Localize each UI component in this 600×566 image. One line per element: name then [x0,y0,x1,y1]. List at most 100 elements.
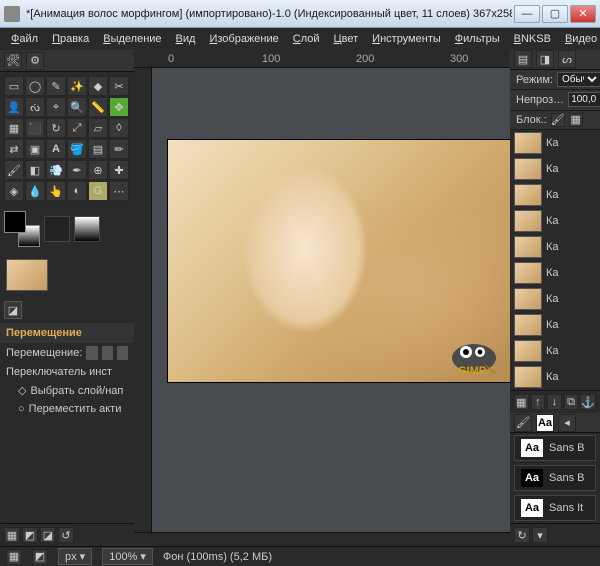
layer-item[interactable]: Ка [510,286,600,312]
cage-icon[interactable]: ▣ [25,139,45,159]
font-item[interactable]: AaSans It [514,495,596,521]
layer-anchor-icon[interactable]: ⚓ [580,394,596,410]
left-btn-2-icon[interactable]: ◩ [22,527,38,543]
layer-up-icon[interactable]: ↑ [531,394,546,410]
menu-video[interactable]: Видео [558,31,600,47]
font-refresh-icon[interactable]: ↻ [514,527,530,543]
flip-icon[interactable]: ⇄ [4,139,24,159]
perspective-icon[interactable]: ◊ [109,118,129,138]
unit-select[interactable]: px ▾ [58,548,92,565]
canvas-area[interactable]: GIMP [152,68,510,532]
blend-icon[interactable]: ▤ [88,139,108,159]
fonts-menu-icon[interactable]: ◂ [558,414,576,432]
clone-icon[interactable]: ⊕ [88,160,108,180]
font-item[interactable]: AaSans B [514,435,596,461]
menu-bnksb[interactable]: BNKSB [507,31,558,47]
minimize-button[interactable]: — [514,5,540,23]
lock-alpha-icon[interactable]: ▦ [569,113,583,127]
dodge-icon[interactable]: ◐ [67,181,87,201]
menu-layer[interactable]: Слой [286,31,327,47]
foreground-select-icon[interactable]: 👤 [4,97,24,117]
left-btn-3-icon[interactable]: ◪ [40,527,56,543]
radio-move-active[interactable]: ○ Переместить акти [0,400,134,418]
radio-pick-layer[interactable]: ◇ Выбрать слой/нап [0,381,134,400]
font-menu-icon[interactable]: ▾ [532,527,548,543]
fuzzy-select-icon[interactable]: ✨ [67,76,87,96]
paths-tab-icon[interactable]: ᔕ [558,50,576,68]
left-btn-4-icon[interactable]: ↺ [58,527,74,543]
gradient-preview[interactable] [74,216,100,242]
layer-item[interactable]: Ка [510,156,600,182]
bycolor-select-icon[interactable]: ◆ [88,76,108,96]
rect-select-icon[interactable]: ▭ [4,76,24,96]
layer-item[interactable]: Ка [510,234,600,260]
crop-icon[interactable]: ⬛ [25,118,45,138]
menu-select[interactable]: Выделение [96,31,168,47]
brush-preview[interactable] [44,216,70,242]
fg-bg-swatch[interactable] [4,211,40,247]
free-select-icon[interactable]: ✎ [46,76,66,96]
extra-tool-icon[interactable]: ⋯ [109,181,129,201]
status-icon[interactable]: ▦ [6,549,22,565]
maximize-button[interactable]: ▢ [542,5,568,23]
bucket-icon[interactable]: 🪣 [67,139,87,159]
layer-item[interactable]: Ка [510,130,600,156]
layer-item[interactable]: Ка [510,208,600,234]
channels-tab-icon[interactable]: ◨ [536,50,554,68]
blur-icon[interactable]: 💧 [25,181,45,201]
lock-pixels-icon[interactable]: 🖌 [551,113,565,127]
brushes-tab-icon[interactable]: 🖌 [514,414,532,432]
shear-icon[interactable]: ▱ [88,118,108,138]
font-item[interactable]: AaSans B [514,465,596,491]
measure-icon[interactable]: 📏 [88,97,108,117]
menu-color[interactable]: Цвет [327,31,366,47]
layer-item[interactable]: Ка [510,312,600,338]
layers-tab-icon[interactable]: ▤ [514,50,532,68]
move-sel-icon[interactable] [102,346,113,360]
move-path-icon[interactable] [117,346,128,360]
canvas[interactable]: GIMP [168,140,510,382]
smudge-icon[interactable]: 👆 [46,181,66,201]
image-thumbnail[interactable] [6,259,48,291]
layer-item[interactable]: Ка [510,260,600,286]
ink-icon[interactable]: ✒ [67,160,87,180]
scale-icon[interactable]: ⤢ [67,118,87,138]
rotate-icon[interactable]: ↻ [46,118,66,138]
layer-down-icon[interactable]: ↓ [547,394,562,410]
toolbox-tab[interactable]: 🛠 [4,52,22,70]
gegl-icon[interactable]: G [88,181,108,201]
move-icon[interactable]: ✥ [109,97,129,117]
layer-new-icon[interactable]: ▦ [514,394,529,410]
colorpicker-icon[interactable]: ⌖ [46,97,66,117]
pencil-icon[interactable]: ✏ [109,139,129,159]
menu-image[interactable]: Изображение [202,31,285,47]
airbrush-icon[interactable]: 💨 [46,160,66,180]
zoom-icon[interactable]: 🔍 [67,97,87,117]
zoom-select[interactable]: 100% ▾ [102,548,153,565]
menu-tools[interactable]: Инструменты [365,31,448,47]
toolopt-tab[interactable]: ⚙ [26,52,44,70]
left-btn-1-icon[interactable]: ▦ [4,527,20,543]
layer-dup-icon[interactable]: ⧉ [564,394,579,410]
layer-item[interactable]: Ка [510,364,600,390]
fonts-tab[interactable]: Aa [536,414,554,432]
scrollbar-horizontal[interactable] [134,532,510,546]
scissors-icon[interactable]: ✂ [109,76,129,96]
menu-file[interactable]: Файл [4,31,45,47]
menu-view[interactable]: Вид [169,31,203,47]
paths-icon[interactable]: ᔔ [25,97,45,117]
align-icon[interactable]: ▦ [4,118,24,138]
move-layer-icon[interactable] [86,346,97,360]
mode-select[interactable]: Обыч [557,72,600,87]
close-button[interactable]: ✕ [570,5,596,23]
status-icon2[interactable]: ◩ [32,549,48,565]
eraser-icon[interactable]: ◧ [25,160,45,180]
opacity-input[interactable] [568,92,600,107]
layer-item[interactable]: Ка [510,338,600,364]
layer-item[interactable]: Ка [510,182,600,208]
heal-icon[interactable]: ✚ [109,160,129,180]
perspective-clone-icon[interactable]: ◈ [4,181,24,201]
paintbrush-icon[interactable]: 🖌 [4,160,24,180]
menu-filters[interactable]: Фильтры [448,31,507,47]
dock-menu-icon[interactable]: ◪ [4,301,22,319]
